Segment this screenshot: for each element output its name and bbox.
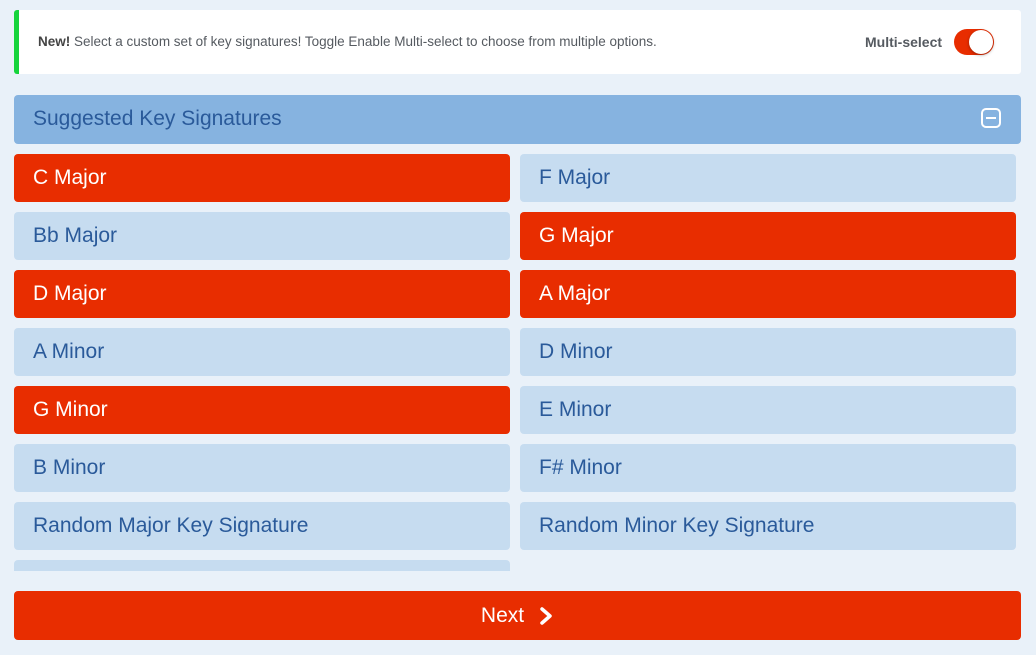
key-option-g-major[interactable]: G Major xyxy=(520,212,1016,260)
key-option-bb-major[interactable]: Bb Major xyxy=(14,212,510,260)
info-banner: New! Select a custom set of key signatur… xyxy=(14,10,1021,74)
key-option-f-major[interactable]: F Major xyxy=(520,154,1016,202)
key-option-random-major-key-signature[interactable]: Random Major Key Signature xyxy=(14,502,510,550)
banner-text: Select a custom set of key signatures! T… xyxy=(70,34,657,49)
section-title: Suggested Key Signatures xyxy=(33,107,282,130)
key-option-a-major[interactable]: A Major xyxy=(520,270,1016,318)
key-option-b-minor[interactable]: B Minor xyxy=(14,444,510,492)
key-option-a-minor[interactable]: A Minor xyxy=(14,328,510,376)
key-option-random-minor-key-signature[interactable]: Random Minor Key Signature xyxy=(520,502,1016,550)
multi-select-label: Multi-select xyxy=(865,34,943,50)
partial-option-row xyxy=(14,560,510,571)
next-button[interactable]: Next xyxy=(14,591,1021,640)
key-option-d-minor[interactable]: D Minor xyxy=(520,328,1016,376)
key-option-fsharp-minor[interactable]: F# Minor xyxy=(520,444,1016,492)
multi-select-toggle[interactable] xyxy=(954,29,994,55)
banner-message: New! Select a custom set of key signatur… xyxy=(38,34,657,49)
minus-square-icon[interactable] xyxy=(981,108,1001,128)
suggested-key-signatures-header[interactable]: Suggested Key Signatures xyxy=(14,95,1021,144)
chevron-right-icon xyxy=(540,606,552,625)
next-label: Next xyxy=(480,603,525,627)
key-signature-options: C Major F Major Bb Major G Major D Major A Ma… xyxy=(14,154,1016,550)
toggle-knob xyxy=(969,30,993,54)
key-option-e-minor[interactable]: E Minor xyxy=(520,386,1016,434)
new-badge: New! xyxy=(38,34,71,49)
key-option-c-major[interactable]: C Major xyxy=(14,154,510,202)
key-option-d-major[interactable]: D Major xyxy=(14,270,510,318)
key-option-g-minor[interactable]: G Minor xyxy=(14,386,510,434)
